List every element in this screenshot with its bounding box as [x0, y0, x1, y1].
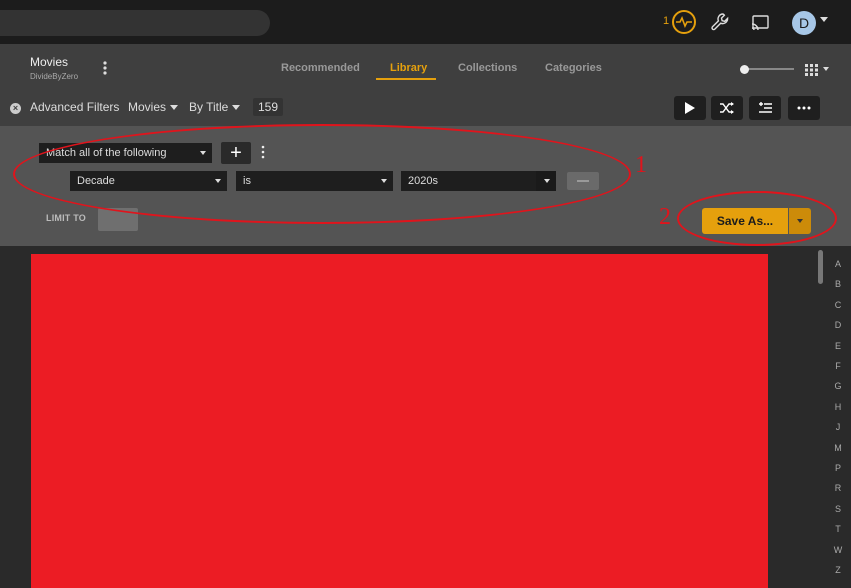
jump-letter-s[interactable]: S	[828, 504, 848, 514]
activity-icon[interactable]	[672, 10, 696, 34]
search-input[interactable]	[0, 10, 270, 36]
activity-count-badge: 1	[663, 15, 670, 27]
annotation-label-2: 2	[659, 204, 671, 230]
tab-library[interactable]: Library	[390, 62, 427, 74]
more-icon	[797, 106, 811, 110]
jump-letter-j[interactable]: J	[828, 422, 848, 432]
jump-letter-r[interactable]: R	[828, 483, 848, 493]
play-button[interactable]	[674, 96, 706, 120]
chevron-down-icon	[170, 105, 179, 111]
jump-letter-t[interactable]: T	[828, 524, 848, 534]
active-tab-indicator	[376, 78, 436, 80]
jump-letter-b[interactable]: B	[828, 279, 848, 289]
sort-dropdown[interactable]: By Title	[189, 100, 241, 114]
annotation-label-1: 1	[635, 152, 647, 178]
type-filter-dropdown[interactable]: Movies	[128, 100, 179, 114]
poster-size-slider[interactable]	[742, 68, 794, 70]
server-name: DivideByZero	[30, 72, 79, 81]
tab-recommended[interactable]: Recommended	[281, 62, 360, 74]
jump-letter-m[interactable]: M	[828, 443, 848, 453]
jump-letter-c[interactable]: C	[828, 300, 848, 310]
grid-view-icon[interactable]	[805, 63, 819, 76]
annotation-ellipse-1	[13, 124, 631, 224]
redacted-content-block	[31, 254, 768, 588]
shuffle-button[interactable]	[711, 96, 743, 120]
jump-letter-g[interactable]: G	[828, 381, 848, 391]
jump-letter-d[interactable]: D	[828, 320, 848, 330]
add-to-queue-button[interactable]	[749, 96, 781, 120]
chevron-down-icon[interactable]	[823, 67, 829, 71]
settings-wrench-icon[interactable]	[710, 12, 730, 32]
type-filter-label: Movies	[128, 100, 167, 114]
poster-size-slider-handle[interactable]	[740, 65, 749, 74]
jump-letter-p[interactable]: P	[828, 463, 848, 473]
jump-letter-w[interactable]: W	[828, 545, 848, 555]
library-more-icon[interactable]	[100, 60, 110, 76]
limit-to-label: LIMIT TO	[46, 213, 86, 223]
chevron-down-icon	[232, 105, 241, 111]
jump-letter-e[interactable]: E	[828, 341, 848, 351]
jump-letter-f[interactable]: F	[828, 361, 848, 371]
play-icon	[685, 102, 695, 114]
jump-letter-z[interactable]: Z	[828, 565, 848, 575]
jump-letter-a[interactable]: A	[828, 259, 848, 269]
library-title: Movies	[30, 55, 69, 69]
annotation-ellipse-2	[677, 191, 837, 246]
clear-filter-icon[interactable]: ×	[10, 103, 21, 114]
item-count-badge: 159	[253, 98, 283, 116]
tab-collections[interactable]: Collections	[458, 62, 517, 74]
chevron-down-icon[interactable]	[820, 17, 828, 22]
scrollbar[interactable]	[818, 250, 823, 284]
advanced-filters-label[interactable]: Advanced Filters	[30, 100, 119, 114]
shuffle-icon	[720, 102, 734, 114]
more-button[interactable]	[788, 96, 820, 120]
cast-icon[interactable]	[750, 12, 770, 32]
jump-letter-h[interactable]: H	[828, 402, 848, 412]
queue-icon	[759, 102, 772, 113]
user-avatar[interactable]: D	[792, 11, 816, 35]
sort-label: By Title	[189, 100, 229, 114]
tab-categories[interactable]: Categories	[545, 62, 602, 74]
